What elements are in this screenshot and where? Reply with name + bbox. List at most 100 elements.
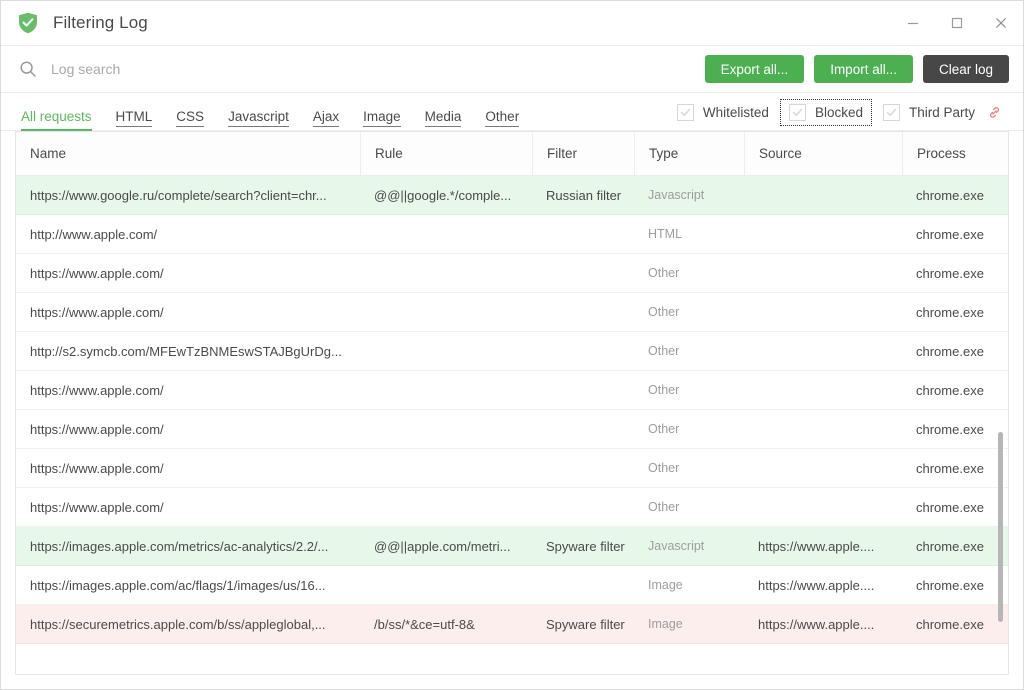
window-controls	[891, 1, 1023, 45]
cell-process: chrome.exe	[902, 539, 1008, 554]
checkbox-icon[interactable]	[789, 104, 806, 121]
search-icon	[19, 60, 37, 78]
cell-name: https://www.apple.com/	[16, 500, 360, 515]
tab-css[interactable]: CSS	[164, 110, 216, 131]
tab-ajax[interactable]: Ajax	[301, 110, 351, 131]
filter-toggles: Whitelisted Blocked Third Party	[669, 100, 1009, 130]
tab-other[interactable]: Other	[473, 110, 531, 131]
cell-type: Other	[634, 305, 744, 319]
table-row[interactable]: https://securemetrics.apple.com/b/ss/app…	[16, 605, 1008, 644]
column-header-name[interactable]: Name	[16, 132, 360, 175]
cell-type: Javascript	[634, 539, 744, 553]
cell-rule: @@||apple.com/metri...	[360, 539, 532, 554]
checkbox-label-whitelisted: Whitelisted	[703, 105, 769, 120]
cell-type: Other	[634, 500, 744, 514]
cell-name: https://www.apple.com/	[16, 383, 360, 398]
link-icon	[988, 106, 1001, 119]
title-bar: Filtering Log	[1, 1, 1023, 46]
table-row[interactable]: http://www.apple.com/HTML chrome.exe	[16, 215, 1008, 254]
cell-filter: Spyware filter	[532, 539, 634, 554]
shield-check-icon	[15, 10, 41, 36]
cell-rule: /b/ss/*&ce=utf-8&	[360, 617, 532, 632]
cell-name: https://www.apple.com/	[16, 305, 360, 320]
table-row[interactable]: https://www.apple.com/Other chrome.exe	[16, 410, 1008, 449]
table-row[interactable]: https://www.apple.com/Other chrome.exe	[16, 371, 1008, 410]
cell-process: chrome.exe	[902, 422, 1008, 437]
cell-name: https://images.apple.com/metrics/ac-anal…	[16, 539, 360, 554]
cell-name: http://s2.symcb.com/MFEwTzBNMEswSTAJBgUr…	[16, 344, 360, 359]
cell-type: Image	[634, 617, 744, 631]
cell-filter: Russian filter	[532, 188, 634, 203]
tabs-bar: All requests HTML CSS Javascript Ajax Im…	[1, 93, 1023, 131]
cell-process: chrome.exe	[902, 461, 1008, 476]
request-type-tabs: All requests HTML CSS Javascript Ajax Im…	[21, 93, 531, 130]
export-all-button[interactable]: Export all...	[705, 55, 805, 83]
cell-type: HTML	[634, 227, 744, 241]
minimize-icon[interactable]	[891, 1, 935, 46]
table-row[interactable]: https://www.apple.com/Other chrome.exe	[16, 488, 1008, 527]
toolbar-actions: Export all... Import all... Clear log	[705, 55, 1009, 83]
checkbox-label-blocked: Blocked	[815, 105, 863, 120]
table-row[interactable]: https://images.apple.com/ac/flags/1/imag…	[16, 566, 1008, 605]
cell-process: chrome.exe	[902, 617, 1008, 632]
page-title: Filtering Log	[53, 13, 148, 33]
column-header-source[interactable]: Source	[744, 132, 902, 175]
cell-name: https://www.google.ru/complete/search?cl…	[16, 188, 360, 203]
column-header-rule[interactable]: Rule	[360, 132, 532, 175]
tab-javascript[interactable]: Javascript	[216, 110, 301, 131]
checkbox-blocked[interactable]: Blocked	[781, 100, 871, 125]
cell-process: chrome.exe	[902, 344, 1008, 359]
tab-html[interactable]: HTML	[104, 110, 165, 131]
cell-process: chrome.exe	[902, 383, 1008, 398]
checkbox-icon[interactable]	[677, 104, 694, 121]
filtering-log-window: Filtering Log	[0, 0, 1024, 690]
cell-name: https://www.apple.com/	[16, 266, 360, 281]
clear-log-button[interactable]: Clear log	[923, 55, 1009, 83]
cell-process: chrome.exe	[902, 227, 1008, 242]
vertical-scrollbar[interactable]	[998, 432, 1003, 622]
column-header-filter[interactable]: Filter	[532, 132, 634, 175]
checkbox-icon[interactable]	[883, 104, 900, 121]
log-table: Name Rule Filter Type Source Process htt…	[15, 131, 1009, 675]
tab-all-requests[interactable]: All requests	[21, 110, 104, 131]
cell-name: https://securemetrics.apple.com/b/ss/app…	[16, 617, 360, 632]
cell-type: Other	[634, 383, 744, 397]
table-row[interactable]: https://www.apple.com/Other chrome.exe	[16, 293, 1008, 332]
checkbox-label-third-party: Third Party	[909, 105, 975, 120]
tab-image[interactable]: Image	[351, 110, 413, 131]
cell-type: Javascript	[634, 188, 744, 202]
cell-process: chrome.exe	[902, 305, 1008, 320]
cell-source: https://www.apple....	[744, 539, 902, 554]
table-row[interactable]: https://www.apple.com/Otherchrome.exe	[16, 254, 1008, 293]
search-bar: Export all... Import all... Clear log	[1, 46, 1023, 93]
tab-media[interactable]: Media	[413, 110, 474, 131]
search-input[interactable]	[51, 54, 705, 84]
checkbox-third-party[interactable]: Third Party	[875, 100, 1009, 125]
cell-process: chrome.exe	[902, 500, 1008, 515]
table-body: https://www.google.ru/complete/search?cl…	[16, 176, 1008, 674]
table-row[interactable]: https://www.google.ru/complete/search?cl…	[16, 176, 1008, 215]
cell-name: https://www.apple.com/	[16, 422, 360, 437]
column-header-type[interactable]: Type	[634, 132, 744, 175]
cell-source: https://www.apple....	[744, 578, 902, 593]
close-icon[interactable]	[979, 1, 1023, 46]
table-row[interactable]: https://images.apple.com/metrics/ac-anal…	[16, 527, 1008, 566]
cell-process: chrome.exe	[902, 578, 1008, 593]
cell-source: https://www.apple....	[744, 617, 902, 632]
import-all-button[interactable]: Import all...	[814, 55, 913, 83]
cell-name: https://www.apple.com/	[16, 461, 360, 476]
table-row[interactable]: http://s2.symcb.com/MFEwTzBNMEswSTAJBgUr…	[16, 332, 1008, 371]
cell-type: Image	[634, 578, 744, 592]
table-row[interactable]: https://www.apple.com/Other chrome.exe	[16, 449, 1008, 488]
column-header-process[interactable]: Process	[902, 132, 1009, 175]
maximize-icon[interactable]	[935, 1, 979, 46]
cell-name: https://images.apple.com/ac/flags/1/imag…	[16, 578, 360, 593]
cell-rule: @@||google.*/comple...	[360, 188, 532, 203]
checkbox-whitelisted[interactable]: Whitelisted	[669, 100, 777, 125]
cell-process: chrome.exe	[902, 188, 1008, 203]
cell-type: Other	[634, 344, 744, 358]
cell-filter: Spyware filter	[532, 617, 634, 632]
cell-type: Other	[634, 461, 744, 475]
cell-type: Other	[634, 422, 744, 436]
cell-name: http://www.apple.com/	[16, 227, 360, 242]
